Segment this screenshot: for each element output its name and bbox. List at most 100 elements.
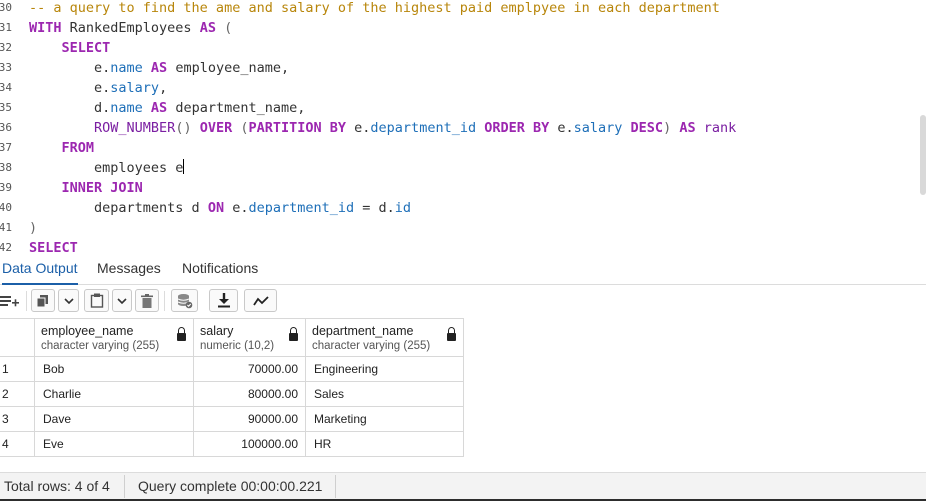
lock-icon [447,327,456,341]
code-token: d. [29,100,111,116]
code-text: INNER JOIN [29,178,143,198]
code-line[interactable]: 31 WITH RankedEmployees AS ( [0,18,920,38]
code-token: () [175,120,200,136]
text-cursor [183,159,185,174]
column-type: character varying (255) [312,340,431,352]
code-text: -- a query to find the ame and salary of… [29,0,720,18]
table-cell[interactable]: 90000.00 [194,407,306,432]
code-token: AS [142,60,176,76]
line-number: 37 [0,141,12,154]
paste-options-dropdown[interactable] [112,289,132,312]
line-number: 39 [0,181,12,194]
code-line[interactable]: 41) [0,218,920,238]
table-cell[interactable]: HR [306,432,464,457]
code-line[interactable]: 38 employees e [0,158,920,178]
tab-notifications[interactable]: Notifications [182,253,258,283]
code-token: department_id [370,120,477,136]
code-line[interactable]: 35 d.name AS department_name, [0,98,920,118]
copy-options-dropdown[interactable] [58,289,79,312]
copy-button[interactable] [31,289,55,312]
query-complete-status: Query complete 00:00:00.221 [138,478,323,494]
copy-icon [36,294,48,307]
graph-visualiser-button[interactable] [244,289,277,312]
add-row-icon [0,295,19,306]
code-line[interactable]: 40 departments d ON e.department_id = d.… [0,198,920,218]
column-header-employee-name[interactable]: employee_name character varying (255) [35,318,194,357]
code-line[interactable]: 42 SELECT [0,238,920,253]
code-token: AS [679,120,696,136]
save-data-button[interactable] [171,289,198,312]
status-divider [124,475,125,498]
results-toolbar [0,285,926,317]
download-button[interactable] [209,289,238,312]
code-text: departments d ON e.department_id = d.id [29,198,411,218]
code-token: PARTITION BY [248,120,347,136]
line-number: 31 [0,21,12,34]
code-token: department_name, [175,100,306,116]
code-token: name [110,100,143,116]
code-line[interactable]: 37 FROM [0,138,920,158]
code-token: department_id [248,200,355,216]
code-token: ROW_NUMBER [29,120,176,136]
code-token: ON [207,200,225,216]
column-name: department_name [312,324,414,338]
column-name: salary [200,324,234,338]
code-token: RankedEmployees [61,20,200,36]
lock-icon [177,327,186,341]
code-token: rank [695,120,737,136]
row-number[interactable]: 3 [0,407,35,432]
tab-data-output[interactable]: Data Output [2,253,78,285]
code-line[interactable]: 30 -- a query to find the ame and salary … [0,0,920,18]
table-cell[interactable]: Eve [35,432,194,457]
table-cell[interactable]: 100000.00 [194,432,306,457]
code-token: SELECT [29,240,78,253]
code-line[interactable]: 32 SELECT [0,38,920,58]
code-token: ORDER BY [476,120,550,136]
row-number[interactable]: 1 [0,357,35,382]
add-row-button[interactable] [0,289,22,312]
table-cell[interactable]: Marketing [306,407,464,432]
column-header-department-name[interactable]: department_name character varying (255) [306,318,464,357]
table-cell[interactable]: Charlie [35,382,194,407]
code-token: WITH [29,20,62,36]
line-number: 36 [0,121,12,134]
code-token: -- a query to find the ame and salary of… [29,0,720,16]
code-text: ) [29,218,37,238]
row-number-header [0,318,35,357]
line-number: 40 [0,201,12,214]
code-text: ROW_NUMBER() OVER (PARTITION BY e.depart… [29,118,736,138]
row-number[interactable]: 4 [0,432,35,457]
status-divider [335,475,336,498]
column-header-salary[interactable]: salary numeric (10,2) [194,318,306,357]
code-token: name [110,60,143,76]
code-line[interactable]: 36 ROW_NUMBER() OVER (PARTITION BY e.dep… [0,118,920,138]
graph-icon [252,295,269,305]
delete-row-button[interactable] [135,289,159,312]
download-icon [217,293,230,308]
chevron-down-icon [117,297,127,304]
table-cell[interactable]: Dave [35,407,194,432]
table-cell[interactable]: Sales [306,382,464,407]
code-text: SELECT [29,238,78,253]
code-token: e. [549,120,574,136]
code-line[interactable]: 33 e.name AS employee_name, [0,58,920,78]
table-cell[interactable]: Engineering [306,357,464,382]
sql-editor[interactable]: 42 SELECT 41) 40 departments d ON e.departm… [0,0,926,253]
editor-scrollbar[interactable] [920,115,926,195]
code-text: e.salary, [29,78,167,98]
code-token: INNER JOIN [29,180,143,196]
status-bar: Total rows: 4 of 4 Query complete 00:00:… [0,472,926,501]
row-number[interactable]: 2 [0,382,35,407]
paste-button[interactable] [84,289,109,312]
tab-messages[interactable]: Messages [97,253,161,283]
code-token: ) [663,120,680,136]
line-number: 34 [0,81,12,94]
table-cell[interactable]: 80000.00 [194,382,306,407]
code-line[interactable]: 34 e.salary, [0,78,920,98]
table-cell[interactable]: 70000.00 [194,357,306,382]
code-line[interactable]: 39 INNER JOIN [0,178,920,198]
code-token: salary [110,80,160,96]
line-number: 32 [0,41,12,54]
table-cell[interactable]: Bob [35,357,194,382]
code-text: e.name AS employee_name, [29,58,289,78]
